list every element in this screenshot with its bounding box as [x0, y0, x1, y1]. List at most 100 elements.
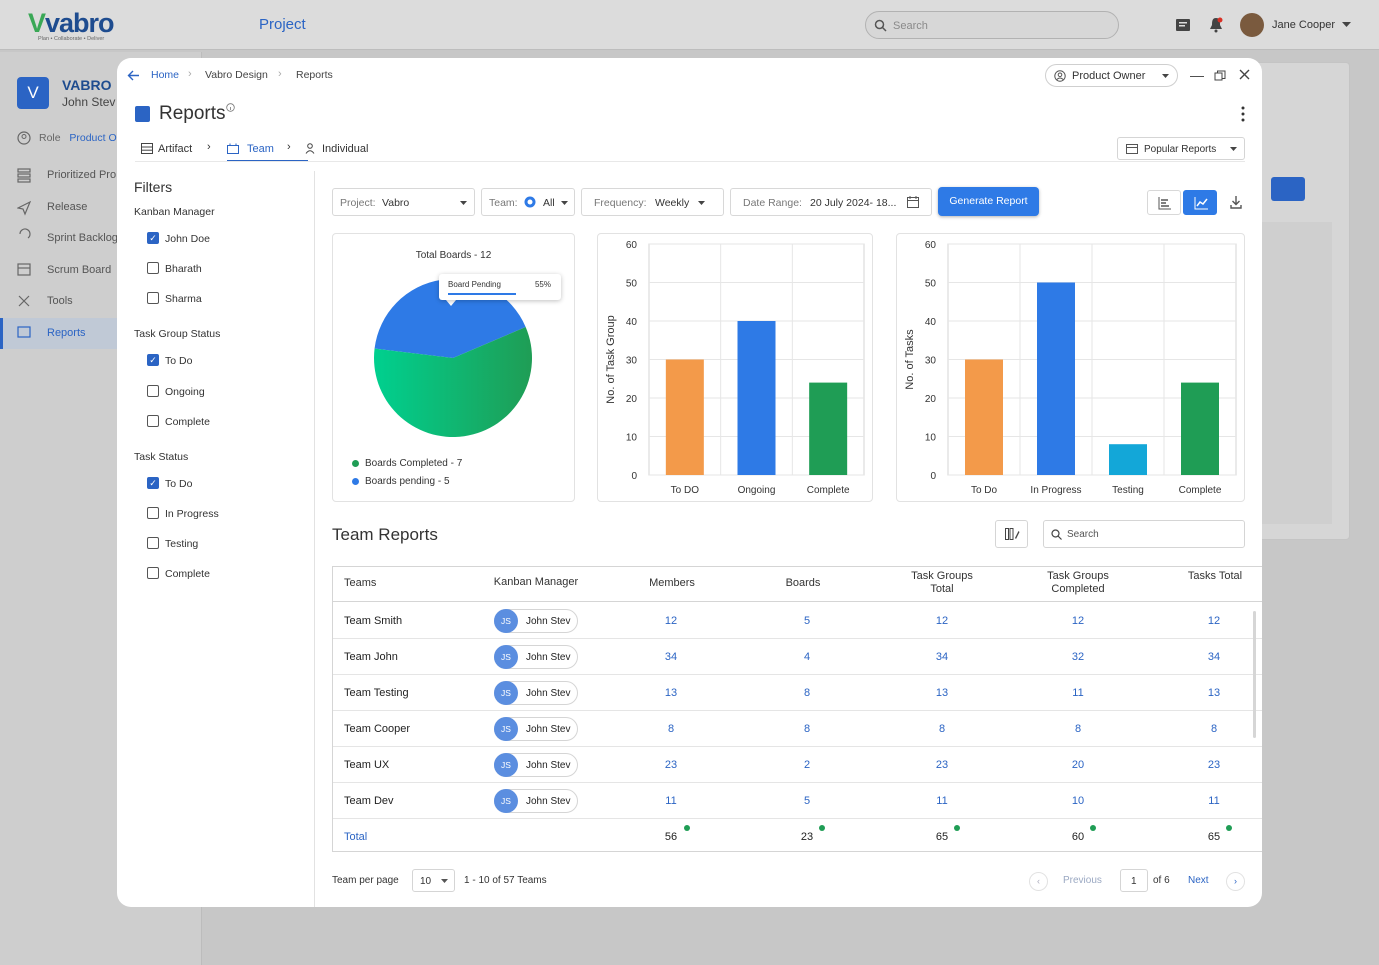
- breadcrumb-project[interactable]: Vabro Design: [205, 69, 268, 81]
- date-range-input[interactable]: Date Range: 20 July 2024- 18...: [730, 188, 932, 216]
- checkbox-ts-testing[interactable]: [147, 537, 159, 549]
- members-count[interactable]: 12: [641, 615, 701, 627]
- manager-chip[interactable]: JS John Stev: [494, 789, 578, 813]
- checkbox-ts-in-progress[interactable]: [147, 507, 159, 519]
- prev-page-icon[interactable]: ‹: [1029, 872, 1048, 891]
- restore-icon[interactable]: [1214, 70, 1226, 81]
- bar-to-do[interactable]: [665, 359, 704, 476]
- task-groups-completed[interactable]: 12: [1048, 615, 1108, 627]
- team-select[interactable]: Team: All: [481, 188, 575, 216]
- checkbox-tg-complete[interactable]: [147, 415, 159, 427]
- bar-testing[interactable]: [1109, 444, 1147, 475]
- members-count[interactable]: 13: [641, 687, 701, 699]
- sidebar-item-scrum-board[interactable]: Scrum Board: [47, 264, 111, 276]
- table-row[interactable]: Team John JS John Stev 34 4 34 32 34: [333, 639, 1262, 675]
- checkbox-ts-complete[interactable]: [147, 567, 159, 579]
- sidebar-item-sprint-backlog[interactable]: Sprint Backlog: [47, 232, 118, 244]
- bar-complete[interactable]: [809, 382, 848, 475]
- task-groups-completed[interactable]: 10: [1048, 795, 1108, 807]
- next-page-icon[interactable]: ›: [1226, 872, 1245, 891]
- task-groups-completed[interactable]: 20: [1048, 759, 1108, 771]
- bar-view-button[interactable]: [1147, 190, 1181, 215]
- user-name[interactable]: Jane Cooper: [1272, 19, 1335, 31]
- manager-chip[interactable]: JS John Stev: [494, 753, 578, 777]
- bar-in-progress[interactable]: [1037, 282, 1075, 476]
- tab-artifact[interactable]: Artifact: [158, 143, 192, 155]
- table-row[interactable]: Team Testing JS John Stev 13 8 13 11 13: [333, 675, 1262, 711]
- task-groups-total[interactable]: 34: [912, 651, 972, 663]
- boards-count[interactable]: 5: [777, 795, 837, 807]
- task-groups-completed[interactable]: 32: [1048, 651, 1108, 663]
- tasks-total[interactable]: 12: [1184, 615, 1244, 627]
- boards-count[interactable]: 4: [777, 651, 837, 663]
- boards-count[interactable]: 8: [777, 687, 837, 699]
- task-groups-total[interactable]: 23: [912, 759, 972, 771]
- bar-to-do[interactable]: [965, 359, 1003, 476]
- task-groups-completed[interactable]: 11: [1048, 687, 1108, 699]
- page-number-input[interactable]: 1: [1120, 869, 1148, 892]
- members-count[interactable]: 34: [641, 651, 701, 663]
- checkbox-tg-ongoing[interactable]: [147, 385, 159, 397]
- bar-ongoing[interactable]: [737, 321, 776, 475]
- task-groups-completed[interactable]: 8: [1048, 723, 1108, 735]
- role-select[interactable]: Product Owner: [1045, 64, 1178, 87]
- manager-chip[interactable]: JS John Stev: [494, 681, 578, 705]
- sidebar-item-reports[interactable]: Reports: [47, 327, 86, 339]
- info-icon[interactable]: [226, 103, 235, 112]
- manager-chip[interactable]: JS John Stev: [494, 609, 578, 633]
- sidebar-item-release[interactable]: Release: [47, 201, 87, 213]
- members-count[interactable]: 8: [641, 723, 701, 735]
- column-settings-button[interactable]: [995, 520, 1028, 548]
- boards-count[interactable]: 5: [777, 615, 837, 627]
- tab-team[interactable]: Team: [247, 143, 274, 155]
- previous-button[interactable]: Previous: [1063, 875, 1102, 886]
- tasks-total[interactable]: 8: [1184, 723, 1244, 735]
- tasks-total[interactable]: 34: [1184, 651, 1244, 663]
- breadcrumb-home[interactable]: Home: [151, 69, 179, 81]
- generate-report-button[interactable]: Generate Report: [938, 187, 1039, 216]
- popular-reports-button[interactable]: Popular Reports: [1117, 137, 1245, 160]
- task-groups-total[interactable]: 11: [912, 795, 972, 807]
- tasks-total[interactable]: 23: [1184, 759, 1244, 771]
- members-count[interactable]: 23: [641, 759, 701, 771]
- project-select[interactable]: Project: Vabro: [332, 188, 475, 216]
- bell-icon[interactable]: [1209, 17, 1223, 33]
- task-groups-total[interactable]: 12: [912, 615, 972, 627]
- sidebar-item-tools[interactable]: Tools: [47, 295, 73, 307]
- members-count[interactable]: 11: [641, 795, 701, 807]
- checkbox-john-doe[interactable]: ✓: [147, 232, 159, 244]
- table-scrollbar[interactable]: [1253, 611, 1256, 738]
- manager-chip[interactable]: JS John Stev: [494, 645, 578, 669]
- tab-individual[interactable]: Individual: [322, 143, 368, 155]
- checkbox-ts-todo[interactable]: ✓: [147, 477, 159, 489]
- frequency-select[interactable]: Frequency: Weekly: [581, 188, 724, 216]
- bar-complete[interactable]: [1181, 382, 1219, 475]
- chevron-down-icon[interactable]: [1342, 22, 1351, 28]
- checkbox-sharma[interactable]: [147, 292, 159, 304]
- task-groups-total[interactable]: 13: [912, 687, 972, 699]
- manager-chip[interactable]: JS John Stev: [494, 717, 578, 741]
- boards-count[interactable]: 8: [777, 723, 837, 735]
- user-avatar[interactable]: [1240, 13, 1264, 37]
- boards-count[interactable]: 2: [777, 759, 837, 771]
- table-row[interactable]: Team Cooper JS John Stev 8 8 8 8 8: [333, 711, 1262, 747]
- table-row[interactable]: Team Dev JS John Stev 11 5 11 10 11: [333, 783, 1262, 819]
- close-icon[interactable]: [1239, 69, 1250, 80]
- line-view-button[interactable]: [1183, 190, 1217, 215]
- minimize-button[interactable]: —: [1190, 67, 1204, 83]
- table-row[interactable]: Team Smith JS John Stev 12 5 12 12 12: [333, 603, 1262, 639]
- team-search-input[interactable]: Search: [1043, 520, 1245, 548]
- table-row[interactable]: Team UX JS John Stev 23 2 23 20 23: [333, 747, 1262, 783]
- inbox-icon[interactable]: [1175, 18, 1191, 32]
- back-arrow-icon[interactable]: [127, 70, 140, 81]
- task-groups-total[interactable]: 8: [912, 723, 972, 735]
- tasks-total[interactable]: 11: [1184, 795, 1244, 807]
- download-icon[interactable]: [1230, 196, 1242, 209]
- sidebar-item-prioritized[interactable]: Prioritized Pro: [47, 169, 116, 181]
- checkbox-bharath[interactable]: [147, 262, 159, 274]
- tasks-total[interactable]: 13: [1184, 687, 1244, 699]
- checkbox-tg-todo[interactable]: ✓: [147, 354, 159, 366]
- more-vertical-icon[interactable]: [1240, 106, 1246, 122]
- per-page-select[interactable]: 10: [412, 869, 455, 892]
- global-search-input[interactable]: Search: [865, 11, 1119, 39]
